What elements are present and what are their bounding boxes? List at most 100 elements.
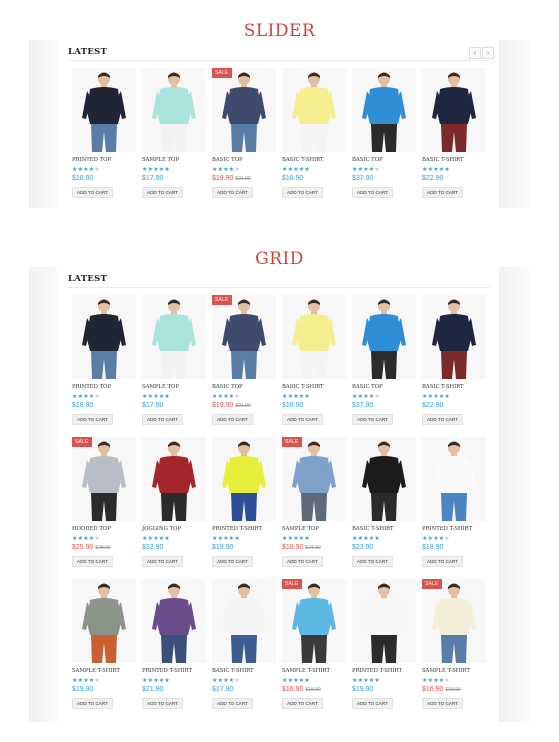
current-price: $25.90: [72, 544, 94, 551]
product-name[interactable]: JOGGING TOP: [142, 526, 181, 532]
product-name[interactable]: SAMPLE TOP: [282, 526, 319, 532]
product-card[interactable]: PRINTED TOP ★★★★★ $18.90 ADD TO CART: [72, 68, 136, 198]
add-to-cart-button[interactable]: ADD TO CART: [282, 187, 323, 198]
add-to-cart-button[interactable]: ADD TO CART: [212, 556, 253, 567]
product-image-wrap[interactable]: [352, 68, 416, 152]
product-name[interactable]: BASIC TOP: [352, 157, 383, 163]
add-to-cart-button[interactable]: ADD TO CART: [212, 414, 253, 425]
product-name[interactable]: SAMPLE T-SHIRT: [422, 668, 470, 674]
product-name[interactable]: PRINTED TOP: [72, 157, 111, 163]
product-card[interactable]: JOGGING TOP ★★★★★ $32.90 ADD TO CART: [142, 437, 206, 567]
product-card[interactable]: BASIC T-SHIRT ★★★★★ $18.90 ADD TO CART: [282, 295, 346, 425]
product-image-wrap[interactable]: [72, 579, 136, 663]
product-card[interactable]: PRINTED T-SHIRT ★★★★★ $19.90 ADD TO CART: [352, 579, 416, 709]
product-image-wrap[interactable]: SALE: [282, 437, 346, 521]
add-to-cart-button[interactable]: ADD TO CART: [282, 698, 323, 709]
slider-next-button[interactable]: ›: [482, 47, 494, 59]
product-name[interactable]: PRINTED T-SHIRT: [212, 526, 262, 532]
product-card[interactable]: BASIC TOP ★★★★★ $37.90 ADD TO CART: [352, 295, 416, 425]
product-image-wrap[interactable]: [142, 295, 206, 379]
product-name[interactable]: BASIC T-SHIRT: [282, 157, 324, 163]
product-card[interactable]: BASIC T-SHIRT ★★★★★ $22.90 ADD TO CART: [422, 68, 486, 198]
product-name[interactable]: PRINTED T-SHIRT: [142, 668, 192, 674]
product-name[interactable]: PRINTED T-SHIRT: [352, 668, 402, 674]
product-name[interactable]: PRINTED TOP: [72, 384, 111, 390]
product-name[interactable]: SAMPLE T-SHIRT: [72, 668, 120, 674]
product-image-wrap[interactable]: [352, 437, 416, 521]
product-image-wrap[interactable]: [282, 295, 346, 379]
product-image-wrap[interactable]: SALE: [282, 579, 346, 663]
product-name[interactable]: BASIC T-SHIRT: [422, 157, 464, 163]
add-to-cart-button[interactable]: ADD TO CART: [212, 187, 253, 198]
add-to-cart-button[interactable]: ADD TO CART: [352, 414, 393, 425]
product-image-wrap[interactable]: [422, 295, 486, 379]
product-card[interactable]: BASIC TOP ★★★★★ $37.90 ADD TO CART: [352, 68, 416, 198]
add-to-cart-button[interactable]: ADD TO CART: [142, 556, 183, 567]
add-to-cart-button[interactable]: ADD TO CART: [422, 556, 463, 567]
product-name[interactable]: BASIC T-SHIRT: [282, 384, 324, 390]
product-name[interactable]: BASIC T-SHIRT: [352, 526, 394, 532]
add-to-cart-button[interactable]: ADD TO CART: [72, 698, 113, 709]
product-card[interactable]: BASIC T-SHIRT ★★★★★ $22.90 ADD TO CART: [422, 295, 486, 425]
product-name[interactable]: PRINTED T-SHIRT: [422, 526, 472, 532]
product-card[interactable]: PRINTED T-SHIRT ★★★★★ $19.90 ADD TO CART: [212, 437, 276, 567]
add-to-cart-button[interactable]: ADD TO CART: [72, 414, 113, 425]
product-name[interactable]: SAMPLE TOP: [142, 384, 179, 390]
add-to-cart-button[interactable]: ADD TO CART: [142, 414, 183, 425]
product-name[interactable]: BASIC TOP: [212, 157, 243, 163]
add-to-cart-button[interactable]: ADD TO CART: [352, 556, 393, 567]
product-image-wrap[interactable]: [212, 437, 276, 521]
add-to-cart-button[interactable]: ADD TO CART: [282, 414, 323, 425]
product-image-wrap[interactable]: [142, 68, 206, 152]
add-to-cart-button[interactable]: ADD TO CART: [422, 187, 463, 198]
product-name[interactable]: HOODED TOP: [72, 526, 111, 532]
slider-prev-button[interactable]: ‹: [469, 47, 481, 59]
add-to-cart-button[interactable]: ADD TO CART: [72, 556, 113, 567]
product-card[interactable]: PRINTED TOP ★★★★★ $18.90 ADD TO CART: [72, 295, 136, 425]
add-to-cart-button[interactable]: ADD TO CART: [422, 698, 463, 709]
product-card[interactable]: PRINTED T-SHIRT ★★★★★ $18.90 ADD TO CART: [422, 437, 486, 567]
add-to-cart-button[interactable]: ADD TO CART: [422, 414, 463, 425]
product-name[interactable]: BASIC T-SHIRT: [422, 384, 464, 390]
product-image-wrap[interactable]: SALE: [212, 295, 276, 379]
product-image-wrap[interactable]: SALE: [422, 579, 486, 663]
product-image-wrap[interactable]: [72, 68, 136, 152]
product-card[interactable]: SALE SAMPLE T-SHIRT ★★★★★ $16.90 $18.90 ADD T…: [282, 579, 346, 709]
product-image-wrap[interactable]: [142, 579, 206, 663]
product-image-wrap[interactable]: SALE: [212, 68, 276, 152]
product-name[interactable]: BASIC TOP: [352, 384, 383, 390]
add-to-cart-button[interactable]: ADD TO CART: [212, 698, 253, 709]
add-to-cart-button[interactable]: ADD TO CART: [352, 698, 393, 709]
product-image-wrap[interactable]: [352, 579, 416, 663]
product-image-wrap[interactable]: [352, 295, 416, 379]
product-image-wrap[interactable]: [72, 295, 136, 379]
right-shade: [499, 267, 529, 722]
product-image-wrap[interactable]: [212, 579, 276, 663]
product-image-wrap[interactable]: SALE: [72, 437, 136, 521]
product-card[interactable]: SALE BASIC TOP ★★★★★ $19.90 $21.90 ADD TO CAR…: [212, 295, 276, 425]
product-name[interactable]: SAMPLE T-SHIRT: [282, 668, 330, 674]
add-to-cart-button[interactable]: ADD TO CART: [142, 187, 183, 198]
add-to-cart-button[interactable]: ADD TO CART: [352, 187, 393, 198]
product-name[interactable]: BASIC TOP: [212, 384, 243, 390]
product-card[interactable]: BASIC T-SHIRT ★★★★★ $17.90 ADD TO CART: [212, 579, 276, 709]
product-image-wrap[interactable]: [142, 437, 206, 521]
product-name[interactable]: SAMPLE TOP: [142, 157, 179, 163]
product-card[interactable]: PRINTED T-SHIRT ★★★★★ $21.90 ADD TO CART: [142, 579, 206, 709]
product-card[interactable]: SALE SAMPLE T-SHIRT ★★★★★ $16.90 $18.90 ADD T…: [422, 579, 486, 709]
product-image-wrap[interactable]: [282, 68, 346, 152]
product-card[interactable]: SAMPLE TOP ★★★★★ $17.90 ADD TO CART: [142, 295, 206, 425]
product-card[interactable]: SALE BASIC TOP ★★★★★ $19.90 $21.90 ADD TO CAR…: [212, 68, 276, 198]
add-to-cart-button[interactable]: ADD TO CART: [282, 556, 323, 567]
product-card[interactable]: SAMPLE T-SHIRT ★★★★★ $19.90 ADD TO CART: [72, 579, 136, 709]
product-image-wrap[interactable]: [422, 437, 486, 521]
product-image-wrap[interactable]: [422, 68, 486, 152]
product-name[interactable]: BASIC T-SHIRT: [212, 668, 254, 674]
add-to-cart-button[interactable]: ADD TO CART: [142, 698, 183, 709]
product-card[interactable]: SALE HOODED TOP ★★★★★ $25.90 $28.90 ADD TO CA…: [72, 437, 136, 567]
product-card[interactable]: SALE SAMPLE TOP ★★★★★ $18.90 $21.90 ADD TO CA…: [282, 437, 346, 567]
product-card[interactable]: BASIC T-SHIRT ★★★★★ $18.90 ADD TO CART: [282, 68, 346, 198]
product-card[interactable]: SAMPLE TOP ★★★★★ $17.90 ADD TO CART: [142, 68, 206, 198]
product-card[interactable]: BASIC T-SHIRT ★★★★★ $23.90 ADD TO CART: [352, 437, 416, 567]
add-to-cart-button[interactable]: ADD TO CART: [72, 187, 113, 198]
